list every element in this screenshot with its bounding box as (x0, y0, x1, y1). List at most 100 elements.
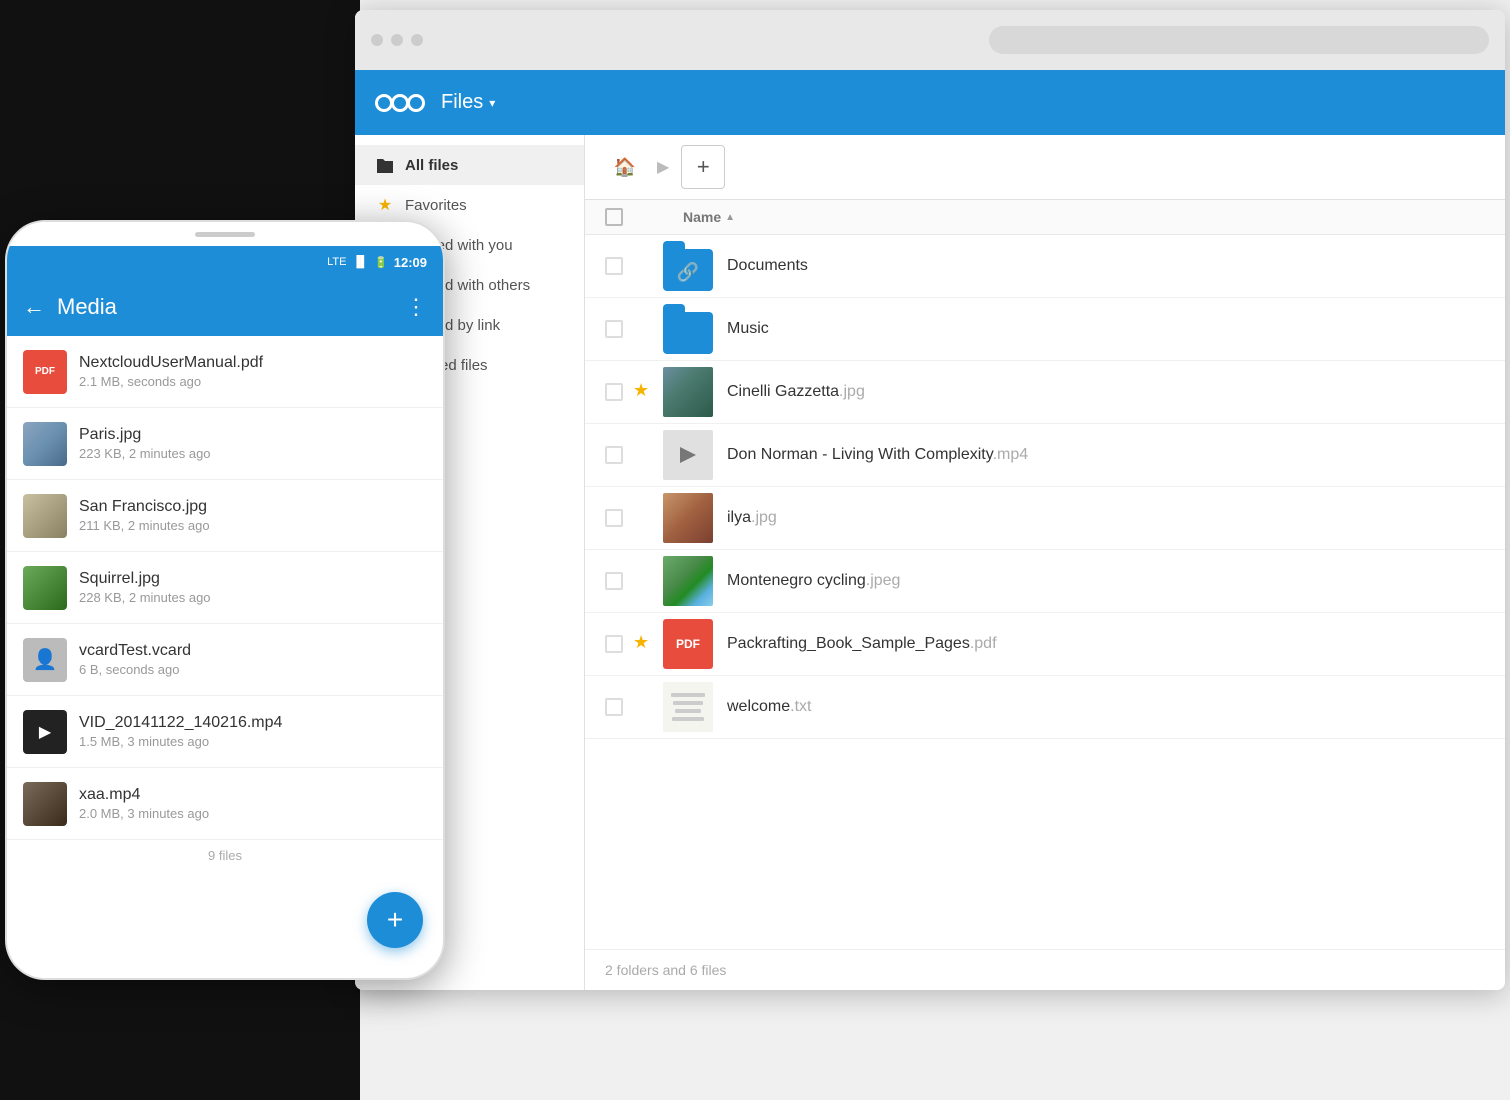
sidebar-item-favorites[interactable]: ★ Favorites (355, 185, 584, 225)
browser-dot-3 (411, 34, 423, 46)
browser-addressbar[interactable] (989, 26, 1489, 54)
list-item[interactable]: xaa.mp4 2.0 MB, 3 minutes ago (7, 768, 443, 840)
file-thumbnail (663, 493, 713, 543)
file-name: Packrafting_Book_Sample_Pages.pdf (727, 635, 997, 653)
table-row[interactable]: ★ 🔗 Documents (585, 235, 1505, 298)
file-name: vcardTest.vcard (79, 642, 427, 660)
file-name: Don Norman - Living With Complexity.mp4 (727, 446, 1028, 464)
file-info: vcardTest.vcard 6 B, seconds ago (79, 642, 427, 677)
file-checkbox[interactable] (605, 509, 623, 527)
xaa-thumb (23, 782, 67, 826)
file-name: ilya.jpg (727, 509, 777, 527)
nc-content: 🏠 ▶ + Name ▲ ★ (585, 135, 1505, 990)
nc-logo (375, 94, 425, 112)
file-info: Paris.jpg 223 KB, 2 minutes ago (79, 426, 427, 461)
file-name: xaa.mp4 (79, 786, 427, 804)
file-checkbox[interactable] (605, 383, 623, 401)
list-item[interactable]: Paris.jpg 223 KB, 2 minutes ago (7, 408, 443, 480)
name-column-header[interactable]: Name ▲ (683, 209, 735, 225)
file-name: Paris.jpg (79, 426, 427, 444)
folder-icon (375, 155, 395, 175)
new-file-button[interactable]: + (681, 145, 725, 189)
breadcrumb-arrow: ▶ (657, 157, 669, 177)
folder-link-icon: 🔗 (677, 262, 699, 283)
file-name: Squirrel.jpg (79, 570, 427, 588)
nc-toolbar: 🏠 ▶ + (585, 135, 1505, 200)
select-all-checkbox[interactable] (605, 208, 623, 226)
back-button[interactable]: ← (23, 294, 45, 320)
table-row[interactable]: ★ Music (585, 298, 1505, 361)
plus-icon: + (697, 154, 710, 180)
browser-window: Files ▾ All files ★ Favorites 👤 Shared w… (355, 10, 1505, 990)
sidebar-item-all-files[interactable]: All files (355, 145, 584, 185)
nc-files-caret: ▾ (489, 96, 495, 110)
play-icon (680, 447, 696, 463)
nc-files-label[interactable]: Files ▾ (441, 91, 495, 114)
vcard-icon: 👤 (23, 638, 67, 682)
browser-dot-2 (391, 34, 403, 46)
file-checkbox[interactable] (605, 572, 623, 590)
table-row[interactable]: ★ PDF Packrafting_Book_Sample_Pages.pdf (585, 613, 1505, 676)
sort-arrow: ▲ (725, 212, 735, 223)
file-name: Cinelli Gazzetta.jpg (727, 383, 865, 401)
file-checkbox[interactable] (605, 446, 623, 464)
mobile-file-count: 9 files (7, 840, 443, 871)
star-button[interactable]: ★ (633, 632, 657, 656)
file-meta: 228 KB, 2 minutes ago (79, 590, 427, 605)
signal-icon: ▐▌ (352, 256, 368, 268)
list-item[interactable]: ▶ VID_20141122_140216.mp4 1.5 MB, 3 minu… (7, 696, 443, 768)
file-info: San Francisco.jpg 211 KB, 2 minutes ago (79, 498, 427, 533)
sf-thumb (23, 494, 67, 538)
file-name: welcome.txt (727, 698, 811, 716)
mobile-status-bar: LTE ▐▌ 🔋 12:09 (7, 246, 443, 278)
home-icon: 🏠 (614, 157, 636, 178)
file-name: Documents (727, 257, 808, 275)
mobile-header: ← Media ⋮ (7, 278, 443, 336)
paris-thumb (23, 422, 67, 466)
file-name: Music (727, 320, 769, 338)
list-item[interactable]: PDF NextcloudUserManual.pdf 2.1 MB, seco… (7, 336, 443, 408)
file-meta: 223 KB, 2 minutes ago (79, 446, 427, 461)
pdf-icon: PDF (23, 350, 67, 394)
mobile-filelist: PDF NextcloudUserManual.pdf 2.1 MB, seco… (7, 336, 443, 871)
list-item[interactable]: Squirrel.jpg 228 KB, 2 minutes ago (7, 552, 443, 624)
file-checkbox[interactable] (605, 257, 623, 275)
table-row[interactable]: ★ ilya.jpg (585, 487, 1505, 550)
nc-app-name: Files (441, 91, 483, 114)
mobile-notch (7, 222, 443, 246)
file-thumbnail (663, 556, 713, 606)
home-button[interactable]: 🏠 (605, 147, 645, 187)
file-thumbnail (663, 367, 713, 417)
file-checkbox[interactable] (605, 635, 623, 653)
file-name: VID_20141122_140216.mp4 (79, 714, 427, 732)
nc-header: Files ▾ (355, 70, 1505, 135)
browser-dot-1 (371, 34, 383, 46)
file-meta: 2.1 MB, seconds ago (79, 374, 427, 389)
file-meta: 2.0 MB, 3 minutes ago (79, 806, 427, 821)
browser-chrome (355, 10, 1505, 70)
file-meta: 1.5 MB, 3 minutes ago (79, 734, 427, 749)
table-row[interactable]: ★ Don Norman - Living With Complexity.mp… (585, 424, 1505, 487)
list-item[interactable]: San Francisco.jpg 211 KB, 2 minutes ago (7, 480, 443, 552)
sidebar-favorites-label: Favorites (405, 197, 467, 214)
nc-logo-circle-3 (407, 94, 425, 112)
star-button[interactable]: ★ (633, 380, 657, 404)
file-info: VID_20141122_140216.mp4 1.5 MB, 3 minute… (79, 714, 427, 749)
file-checkbox[interactable] (605, 320, 623, 338)
folder-link-thumb: 🔗 (663, 241, 713, 291)
file-info: NextcloudUserManual.pdf 2.1 MB, seconds … (79, 354, 427, 389)
file-name: NextcloudUserManual.pdf (79, 354, 427, 372)
table-row[interactable]: ★ Cinelli Gazzetta.jpg (585, 361, 1505, 424)
more-options-button[interactable]: ⋮ (405, 294, 427, 320)
file-checkbox[interactable] (605, 698, 623, 716)
mobile-handle (195, 232, 255, 237)
table-row[interactable]: ★ welcome.txt (585, 676, 1505, 739)
table-row[interactable]: ★ Montenegro cycling.jpeg (585, 550, 1505, 613)
folder-thumb (663, 304, 713, 354)
squirrel-thumb (23, 566, 67, 610)
file-info: xaa.mp4 2.0 MB, 3 minutes ago (79, 786, 427, 821)
file-thumbnail (663, 430, 713, 480)
nc-filelist: ★ 🔗 Documents ★ (585, 235, 1505, 949)
list-item[interactable]: 👤 vcardTest.vcard 6 B, seconds ago (7, 624, 443, 696)
fab-add-button[interactable]: + (367, 892, 423, 948)
